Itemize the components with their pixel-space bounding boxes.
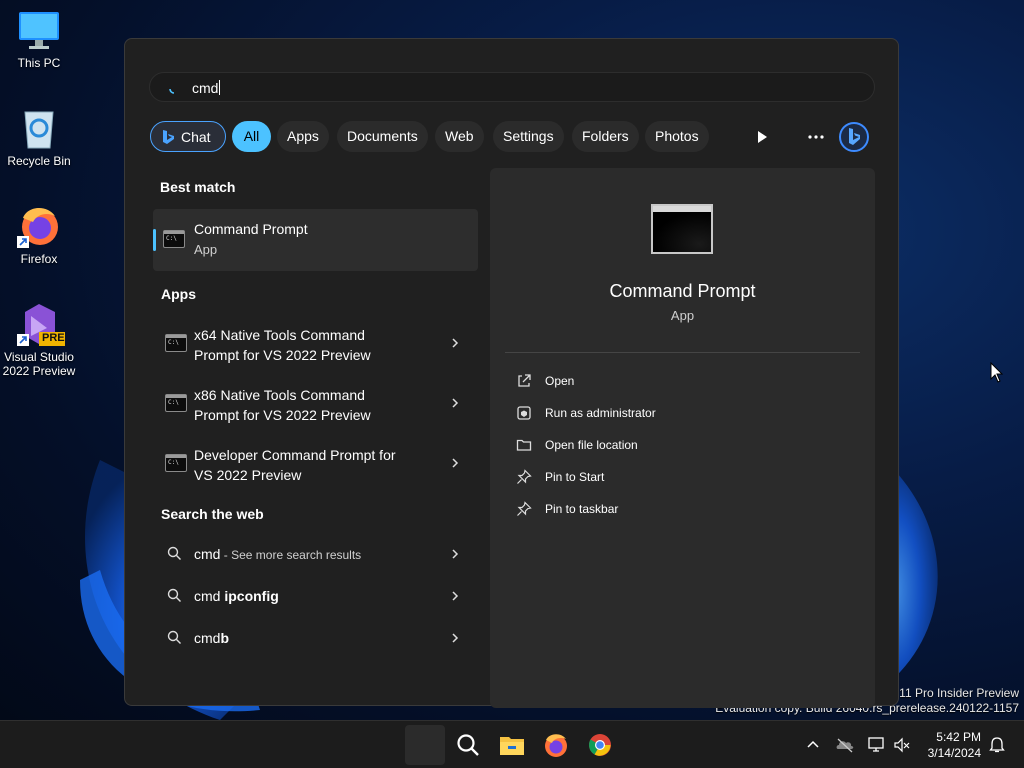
chip-apps[interactable]: Apps bbox=[277, 121, 329, 152]
more-options-icon[interactable] bbox=[802, 123, 830, 151]
pin-icon bbox=[517, 469, 532, 484]
chevron-right-icon[interactable] bbox=[450, 398, 460, 408]
best-match-command-prompt[interactable]: C:\ Command Prompt App bbox=[153, 209, 478, 271]
this-pc-icon bbox=[17, 8, 61, 52]
chip-photos[interactable]: Photos bbox=[645, 121, 709, 152]
app-result-x86-tools[interactable]: C:\ x86 Native Tools Command Prompt for … bbox=[153, 383, 478, 431]
web-result-text: cmdb bbox=[194, 630, 230, 646]
details-pane: Command Prompt App Open Run as administr… bbox=[490, 168, 875, 708]
best-match-heading: Best match bbox=[160, 179, 236, 195]
folder-icon bbox=[516, 439, 532, 451]
chevron-right-icon[interactable] bbox=[450, 458, 460, 468]
desktop-icon-label: Firefox bbox=[20, 252, 58, 266]
command-prompt-icon: C:\ bbox=[165, 454, 187, 472]
command-prompt-icon: C:\ bbox=[163, 230, 185, 248]
search-box[interactable]: cmd bbox=[149, 72, 875, 102]
network-icon[interactable] bbox=[867, 735, 887, 755]
build-watermark-line1: s 11 Pro Insider Preview bbox=[889, 686, 1019, 700]
chevron-right-icon[interactable] bbox=[450, 633, 460, 643]
desktop-icon-label: Recycle Bin bbox=[7, 154, 71, 168]
volume-muted-icon[interactable] bbox=[892, 735, 912, 755]
chip-documents[interactable]: Documents bbox=[337, 121, 428, 152]
start-button[interactable] bbox=[405, 725, 445, 765]
text-caret bbox=[219, 80, 221, 95]
result-title: Command Prompt bbox=[194, 221, 308, 237]
show-hidden-icons-chevron-up-icon[interactable] bbox=[803, 735, 823, 755]
details-divider bbox=[505, 352, 860, 353]
search-input[interactable]: cmd bbox=[192, 80, 221, 96]
result-title-line1: Developer Command Prompt for bbox=[194, 447, 396, 463]
app-result-x64-tools[interactable]: C:\ x64 Native Tools Command Prompt for … bbox=[153, 323, 478, 371]
desktop-icon-firefox[interactable]: Firefox bbox=[0, 204, 78, 266]
chip-settings[interactable]: Settings bbox=[493, 121, 564, 152]
web-result-text: cmd - See more search results bbox=[194, 546, 362, 562]
mouse-cursor-icon bbox=[990, 362, 1004, 383]
search-icon bbox=[167, 630, 181, 644]
search-icon bbox=[167, 588, 181, 602]
selection-indicator bbox=[153, 229, 156, 251]
start-search-panel: cmd Chat All Apps Documents Web Settings… bbox=[124, 38, 899, 708]
desktop-icon-this-pc[interactable]: This PC bbox=[0, 8, 78, 70]
bing-icon bbox=[163, 130, 174, 144]
desktop-icon-visual-studio[interactable]: PRE Visual Studio 2022 Preview bbox=[0, 302, 78, 378]
desktop-icon-label-line1: Visual Studio bbox=[4, 350, 74, 364]
chevron-right-icon[interactable] bbox=[450, 549, 460, 559]
web-result-text: cmd ipconfig bbox=[194, 588, 279, 604]
pin-icon bbox=[517, 501, 532, 516]
visual-studio-icon: PRE bbox=[17, 302, 65, 346]
result-title-line1: x64 Native Tools Command bbox=[194, 327, 365, 343]
clock-time: 5:42 PM bbox=[936, 730, 981, 744]
desktop-icon-label: This PC bbox=[17, 56, 61, 70]
result-title-line1: x86 Native Tools Command bbox=[194, 387, 365, 403]
play-more-chips-icon[interactable] bbox=[748, 123, 776, 151]
clock-date: 3/14/2024 bbox=[927, 746, 981, 760]
chrome-icon[interactable] bbox=[582, 727, 618, 763]
result-title-line2: Prompt for VS 2022 Preview bbox=[194, 407, 371, 423]
search-web-heading: Search the web bbox=[161, 506, 264, 522]
command-prompt-icon: C:\ bbox=[165, 394, 187, 412]
bing-chat-icon[interactable] bbox=[838, 121, 870, 153]
chip-folders[interactable]: Folders bbox=[572, 121, 639, 152]
chip-web[interactable]: Web bbox=[435, 121, 484, 152]
firefox-icon bbox=[17, 204, 61, 248]
web-result-cmd-ipconfig[interactable]: cmd ipconfig bbox=[153, 585, 478, 607]
details-app-name: Command Prompt bbox=[609, 281, 756, 301]
web-result-cmd[interactable]: cmd - See more search results bbox=[153, 543, 478, 565]
taskbar-clock[interactable]: 5:42 PM 3/14/2024 bbox=[928, 729, 981, 761]
apps-heading: Apps bbox=[161, 286, 196, 302]
details-app-type: App bbox=[670, 308, 695, 323]
search-icon[interactable] bbox=[450, 727, 486, 763]
loading-spinner-icon bbox=[169, 88, 175, 94]
desktop-icon-label-line2: 2022 Preview bbox=[2, 364, 76, 378]
file-explorer-icon[interactable] bbox=[494, 727, 530, 763]
open-external-icon bbox=[518, 374, 531, 387]
notifications-bell-icon[interactable] bbox=[987, 735, 1007, 755]
command-prompt-large-icon bbox=[651, 204, 713, 254]
onedrive-offline-icon[interactable] bbox=[835, 735, 855, 755]
chip-all[interactable]: All bbox=[232, 121, 271, 152]
result-title-line2: VS 2022 Preview bbox=[194, 467, 302, 483]
result-title-line2: Prompt for VS 2022 Preview bbox=[194, 347, 371, 363]
pre-badge: PRE bbox=[42, 332, 65, 344]
chevron-right-icon[interactable] bbox=[450, 591, 460, 601]
shield-admin-icon bbox=[517, 406, 531, 420]
desktop-icon-recycle-bin[interactable]: Recycle Bin bbox=[0, 106, 78, 168]
recycle-bin-icon bbox=[17, 106, 61, 150]
app-result-developer-command-prompt[interactable]: C:\ Developer Command Prompt for VS 2022… bbox=[153, 443, 478, 491]
command-prompt-icon: C:\ bbox=[165, 334, 187, 352]
chevron-right-icon[interactable] bbox=[450, 338, 460, 348]
result-subtitle: App bbox=[194, 242, 218, 257]
firefox-icon[interactable] bbox=[538, 727, 574, 763]
web-result-cmdb[interactable]: cmdb bbox=[153, 627, 478, 649]
taskbar: 5:42 PM 3/14/2024 bbox=[0, 720, 1024, 768]
search-icon bbox=[167, 546, 181, 560]
chip-chat[interactable]: Chat bbox=[150, 121, 226, 152]
